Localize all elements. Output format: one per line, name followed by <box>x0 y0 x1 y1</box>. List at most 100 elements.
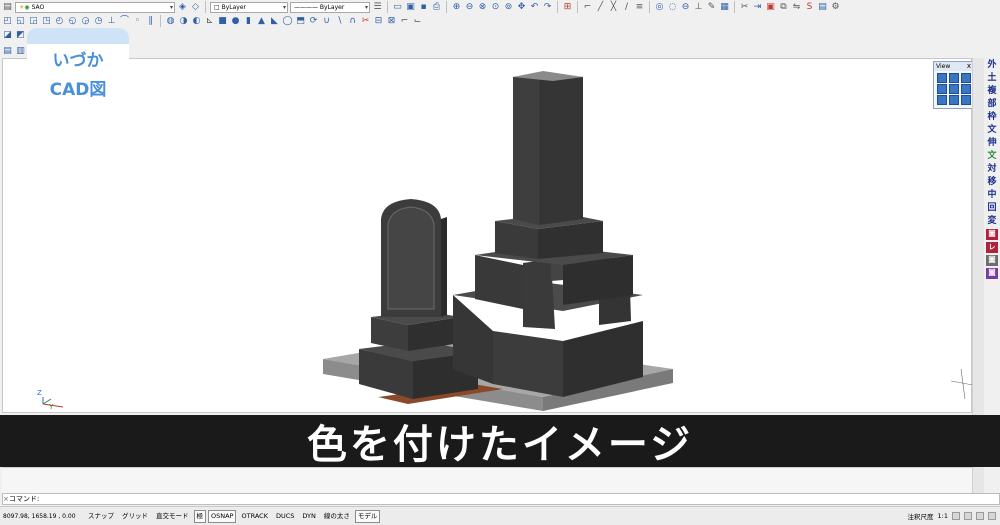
ortho-toggle[interactable]: 直交モード <box>153 510 192 523</box>
vtool-15[interactable]: 圖 <box>986 255 998 266</box>
interference-icon[interactable]: ⊠ <box>386 16 397 27</box>
design-center-icon[interactable]: ▥ <box>15 46 26 57</box>
snap-intersection-icon[interactable]: ◵ <box>67 16 78 27</box>
vtool-1[interactable]: 土 <box>986 73 998 84</box>
save-icon[interactable]: ▪ <box>418 2 429 13</box>
layer-dropdown[interactable]: ☀◉ SAO ▾ <box>15 1 175 13</box>
annotation-visibility-icon[interactable] <box>952 512 960 520</box>
render-icon[interactable]: ◐ <box>191 16 202 27</box>
vtool-5[interactable]: 文 <box>986 125 998 136</box>
arc-icon[interactable]: ◌ <box>667 2 678 13</box>
erase-icon[interactable]: ▣ <box>765 2 776 13</box>
view-front-icon[interactable]: ◩ <box>15 30 26 41</box>
layer-properties-icon[interactable]: ◈ <box>177 2 188 13</box>
solid-wedge-icon[interactable]: ◣ <box>269 16 280 27</box>
ducs-toggle[interactable]: DUCS <box>273 510 297 523</box>
snap-endpoint-icon[interactable]: ◰ <box>2 16 13 27</box>
workspace-icon[interactable] <box>964 512 972 520</box>
close-icon[interactable]: × <box>3 494 9 504</box>
undo-icon[interactable]: ↶ <box>529 2 540 13</box>
view-se-iso-icon[interactable] <box>949 95 959 105</box>
lineweight-icon[interactable]: ☰ <box>372 2 383 13</box>
hatch-icon[interactable]: ▦ <box>719 2 730 13</box>
model-toggle[interactable]: モデル <box>354 509 381 523</box>
view-right-icon[interactable] <box>961 73 971 83</box>
vtool-13[interactable]: 圖 <box>986 229 998 240</box>
multiline-icon[interactable]: ≡ <box>634 2 645 13</box>
vtool-14[interactable]: レ <box>986 242 998 253</box>
vtool-12[interactable]: 変 <box>986 216 998 227</box>
vtool-9[interactable]: 移 <box>986 177 998 188</box>
subtract-icon[interactable]: ∖ <box>334 16 345 27</box>
tool-b-icon[interactable]: ⌙ <box>412 16 423 27</box>
snap-quadrant-icon[interactable]: ◴ <box>54 16 65 27</box>
properties-icon[interactable]: ▤ <box>2 46 13 57</box>
lineweight-toggle[interactable]: 線の太さ <box>321 510 353 523</box>
zoom-window-icon[interactable]: ⊖ <box>464 2 475 13</box>
3d-orbit-icon[interactable]: ◍ <box>165 16 176 27</box>
command-line[interactable]: × コマンド: <box>2 493 1000 505</box>
view-palette-titlebar[interactable]: View x <box>934 62 972 71</box>
color-dropdown[interactable]: □ ByLayer ▾ <box>210 1 288 13</box>
union-icon[interactable]: ∪ <box>321 16 332 27</box>
vtool-7[interactable]: 文 <box>986 151 998 162</box>
section-icon[interactable]: ⊟ <box>373 16 384 27</box>
snap-insert-icon[interactable]: ◷ <box>93 16 104 27</box>
snap-parallel-icon[interactable]: ∥ <box>145 16 156 27</box>
view-back-icon[interactable] <box>949 84 959 94</box>
settings-icon[interactable]: ⚙ <box>830 2 841 13</box>
clean-screen-icon[interactable] <box>988 512 996 520</box>
shade-icon[interactable]: ◑ <box>178 16 189 27</box>
trim-icon[interactable]: ✂ <box>739 2 750 13</box>
layers-icon[interactable]: ▤ <box>2 2 13 13</box>
snap-toggle[interactable]: スナップ <box>85 510 117 523</box>
vtool-10[interactable]: 中 <box>986 190 998 201</box>
zoom-realtime-icon[interactable]: ⊕ <box>451 2 462 13</box>
xline-icon[interactable]: ╳ <box>608 2 619 13</box>
polar-toggle[interactable]: 極 <box>193 509 206 523</box>
ray-icon[interactable]: ∕ <box>621 2 632 13</box>
otrack-toggle[interactable]: OTRACK <box>238 510 270 523</box>
solid-cylinder-icon[interactable]: ▮ <box>243 16 254 27</box>
print-icon[interactable]: ⎙ <box>431 2 442 13</box>
solid-sphere-icon[interactable]: ● <box>230 16 241 27</box>
snap-perpendicular-icon[interactable]: ⊥ <box>106 16 117 27</box>
solid-torus-icon[interactable]: ◯ <box>282 16 293 27</box>
view-ne-iso-icon[interactable] <box>961 95 971 105</box>
vtool-2[interactable]: 複 <box>986 86 998 97</box>
dimension-icon[interactable]: ⊥ <box>693 2 704 13</box>
pan-icon[interactable]: ✥ <box>516 2 527 13</box>
snap-nearest-icon[interactable]: ◦ <box>132 16 143 27</box>
vtool-6[interactable]: 伸 <box>986 138 998 149</box>
snap-tangent-icon[interactable]: ⌒ <box>119 16 130 27</box>
vtool-4[interactable]: 枠 <box>986 112 998 123</box>
drawing-viewport[interactable]: Z Y <box>2 58 974 413</box>
lock-icon[interactable] <box>976 512 984 520</box>
layer-previous-icon[interactable]: ◇ <box>190 2 201 13</box>
vtool-11[interactable]: 回 <box>986 203 998 214</box>
annotation-scale-value[interactable]: 1:1 <box>938 512 948 520</box>
slice-icon[interactable]: ✂ <box>360 16 371 27</box>
snap-extension-icon[interactable]: ◶ <box>80 16 91 27</box>
new-icon[interactable]: ▭ <box>392 2 403 13</box>
circle-icon[interactable]: ◎ <box>654 2 665 13</box>
view-bottom-icon[interactable] <box>961 84 971 94</box>
polyline-icon[interactable]: ⌐ <box>582 2 593 13</box>
palette-icon[interactable]: ▤ <box>817 2 828 13</box>
solid-box-icon[interactable]: ■ <box>217 16 228 27</box>
snap-midpoint-icon[interactable]: ◱ <box>15 16 26 27</box>
line-icon[interactable]: ╱ <box>595 2 606 13</box>
vtool-16[interactable]: 圖 <box>986 268 998 279</box>
grid-toggle[interactable]: グリッド <box>119 510 151 523</box>
vtool-8[interactable]: 対 <box>986 164 998 175</box>
redo-icon[interactable]: ↷ <box>542 2 553 13</box>
tool-a-icon[interactable]: ⌐ <box>399 16 410 27</box>
linetype-dropdown[interactable]: ———— ByLayer ▾ <box>290 1 370 13</box>
view-sw-iso-icon[interactable] <box>937 95 947 105</box>
intersect-icon[interactable]: ∩ <box>347 16 358 27</box>
snap-center-icon[interactable]: ◲ <box>28 16 39 27</box>
extrude-icon[interactable]: ⬒ <box>295 16 306 27</box>
open-icon[interactable]: ▣ <box>405 2 416 13</box>
copy-icon[interactable]: ⧉ <box>778 2 789 13</box>
extend-icon[interactable]: ⇥ <box>752 2 763 13</box>
